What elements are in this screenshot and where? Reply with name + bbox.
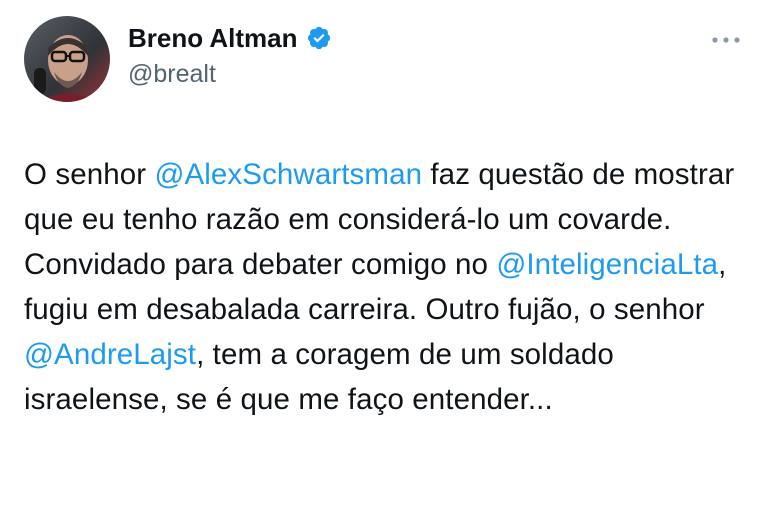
display-name[interactable]: Breno Altman <box>128 22 298 54</box>
mention-link[interactable]: @AndreLajst <box>24 338 196 371</box>
more-options-icon[interactable] <box>710 30 742 50</box>
mention-link[interactable]: @AlexSchwartsman <box>154 158 422 191</box>
tweet-card: Breno Altman @brealt O senhor @AlexSchwa… <box>0 0 768 512</box>
author-names: Breno Altman @brealt <box>128 22 332 90</box>
avatar[interactable] <box>24 16 110 102</box>
verified-badge-icon <box>306 25 332 51</box>
handle[interactable]: @brealt <box>128 58 332 90</box>
mention-link[interactable]: @InteligenciaLta <box>496 248 718 281</box>
tweet-text-segment: O senhor <box>24 158 155 191</box>
tweet-header: Breno Altman @brealt <box>24 16 332 102</box>
name-row: Breno Altman <box>128 22 332 54</box>
avatar-image <box>24 16 110 102</box>
tweet-text: O senhor @AlexSchwartsman faz questão de… <box>24 152 754 422</box>
